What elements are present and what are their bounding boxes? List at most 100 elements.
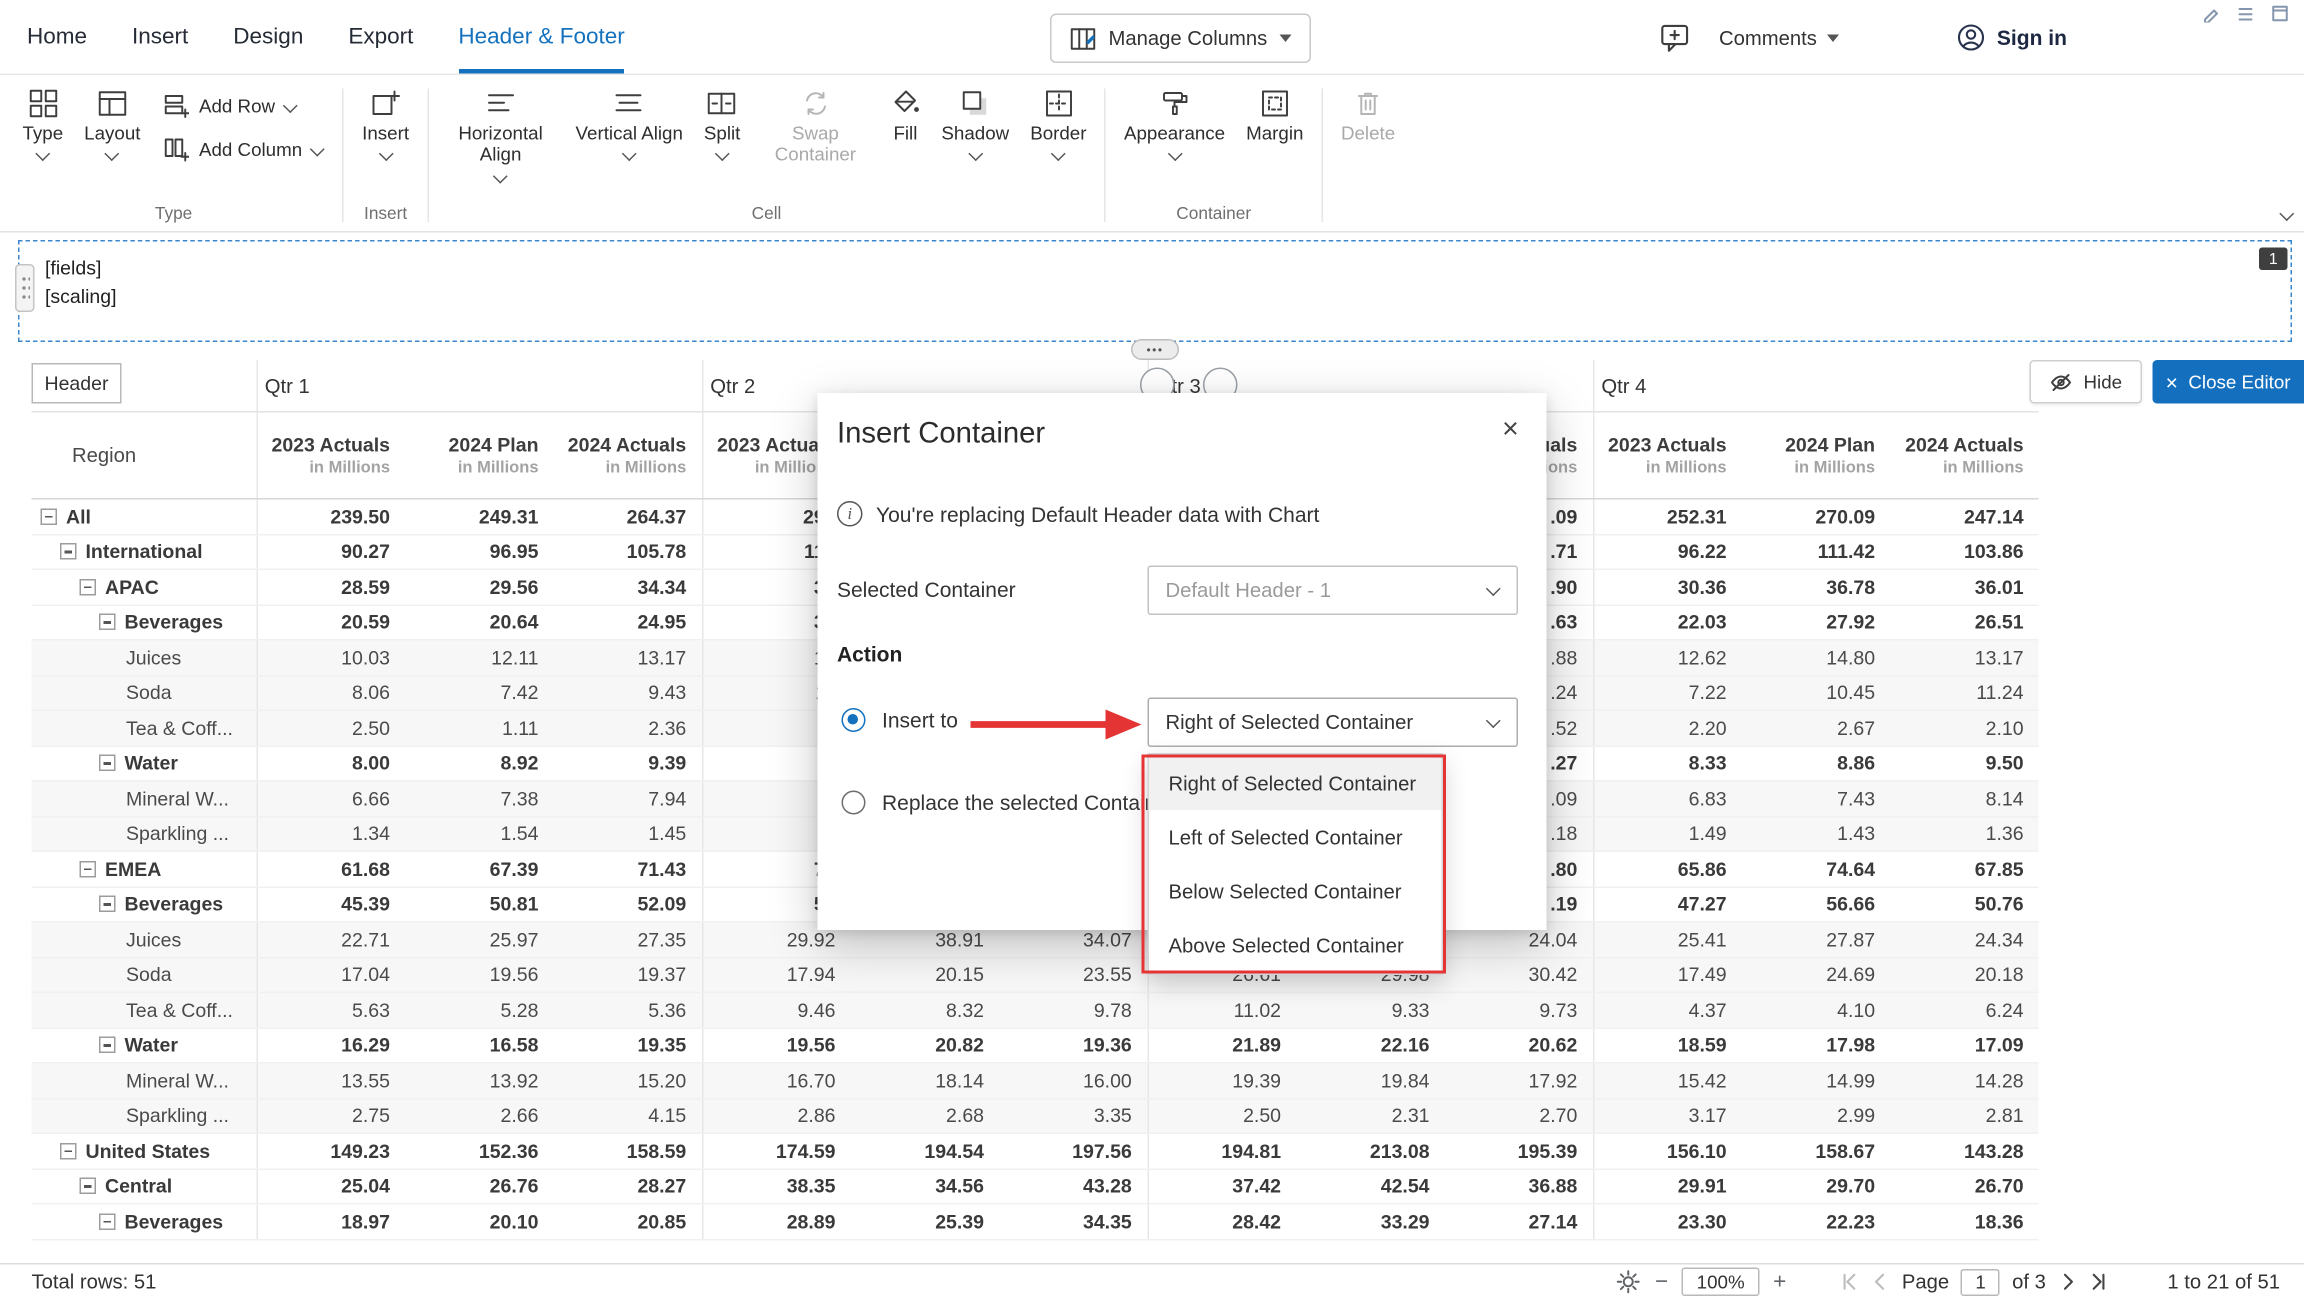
- swap-container-button[interactable]: Swap Container: [751, 80, 880, 170]
- table-row[interactable]: Soda17.0419.5619.3717.9420.1523.5526.612…: [32, 957, 2039, 992]
- zoom-in-button[interactable]: +: [1773, 1271, 1786, 1294]
- resize-handle-pill[interactable]: •••: [1131, 339, 1179, 360]
- dropdown-option[interactable]: Left of Selected Container: [1149, 810, 1442, 864]
- region-label-wrap: Tea & Coff...: [32, 999, 256, 1022]
- value-cell: 8.32: [851, 992, 1000, 1027]
- table-row[interactable]: United States149.23152.36158.59174.59194…: [32, 1133, 2039, 1168]
- value-cell: 67.39: [405, 851, 554, 886]
- table-row[interactable]: Central25.0426.7628.2738.3534.5643.2837.…: [32, 1169, 2039, 1204]
- last-page-button[interactable]: [2089, 1272, 2109, 1292]
- table-row[interactable]: Beverages18.9720.1020.8528.8925.3934.352…: [32, 1204, 2039, 1239]
- value-cell: 1.43: [1742, 816, 1891, 851]
- value-cell: 61.68: [257, 851, 406, 886]
- next-page-button[interactable]: [2058, 1272, 2078, 1292]
- comments-button[interactable]: Comments: [1719, 26, 1839, 49]
- column-title: 2023 Actuals: [257, 434, 390, 457]
- region-label: Sparkling ...: [126, 822, 229, 845]
- header-tab[interactable]: Header: [32, 363, 122, 404]
- dropdown-option[interactable]: Right of Selected Container: [1149, 756, 1442, 810]
- collapse-toggle-icon[interactable]: [80, 1178, 97, 1195]
- dialog-close-button[interactable]: ×: [1494, 414, 1527, 447]
- drag-handle[interactable]: [15, 264, 35, 312]
- hide-button[interactable]: Hide: [2030, 360, 2142, 404]
- menu-item-export[interactable]: Export: [348, 0, 413, 74]
- collapse-toggle-icon[interactable]: [99, 1037, 116, 1054]
- list-icon[interactable]: [2237, 5, 2255, 23]
- shadow-button[interactable]: Shadow: [931, 80, 1020, 163]
- value-cell: 29.56: [405, 569, 554, 604]
- appearance-button[interactable]: Appearance: [1113, 80, 1235, 163]
- insert-to-radio[interactable]: [842, 708, 866, 732]
- collapse-toggle-icon[interactable]: [60, 1143, 77, 1160]
- replace-radio[interactable]: [842, 791, 866, 815]
- selected-header-container[interactable]: [18, 240, 2292, 342]
- chevron-down-icon: [35, 147, 50, 162]
- value-cell: 28.89: [702, 1204, 851, 1239]
- previous-page-button[interactable]: [1870, 1272, 1890, 1292]
- collapse-toggle-icon[interactable]: [99, 755, 116, 772]
- fill-label: Fill: [893, 123, 917, 145]
- fields-placeholder[interactable]: [fields]: [45, 254, 117, 283]
- close-editor-button[interactable]: × Close Editor: [2152, 360, 2304, 404]
- menu-item-design[interactable]: Design: [233, 0, 303, 74]
- menubar: Home Insert Design Export Header & Footer Ma…: [0, 0, 2304, 75]
- menu-item-home[interactable]: Home: [27, 0, 87, 74]
- menu-item-header-footer[interactable]: Header & Footer: [458, 0, 624, 74]
- selected-container-select[interactable]: Default Header - 1: [1148, 566, 1519, 616]
- pencil-icon[interactable]: [2202, 5, 2220, 23]
- selected-container-value: Default Header - 1: [1166, 579, 1331, 602]
- collapse-toggle-icon[interactable]: [99, 1213, 116, 1230]
- settings-button[interactable]: [1616, 1269, 1642, 1295]
- type-button[interactable]: Type: [12, 80, 74, 163]
- insert-button[interactable]: Insert: [352, 80, 420, 163]
- zoom-out-button[interactable]: −: [1655, 1271, 1668, 1294]
- ribbon-collapse-icon[interactable]: [2279, 206, 2294, 221]
- fill-button[interactable]: Fill: [880, 80, 931, 148]
- table-row[interactable]: Tea & Coff...5.635.285.369.468.329.7811.…: [32, 992, 2039, 1027]
- table-row[interactable]: Mineral W...13.5513.9215.2016.7018.1416.…: [32, 1063, 2039, 1098]
- delete-button[interactable]: Delete: [1330, 80, 1405, 148]
- add-row-button[interactable]: Add Row: [163, 93, 323, 119]
- value-cell: 7.94: [554, 781, 703, 816]
- value-cell: 25.39: [851, 1204, 1000, 1239]
- value-cell: 28.27: [554, 1169, 703, 1204]
- sign-in-button[interactable]: Sign in: [1956, 23, 2067, 53]
- value-cell: 252.31: [1593, 499, 1742, 534]
- layout-button[interactable]: Layout: [74, 80, 151, 163]
- collapse-toggle-icon[interactable]: [80, 579, 97, 596]
- ribbon-group-cell-label: Cell: [436, 206, 1097, 232]
- collapse-toggle-icon[interactable]: [99, 896, 116, 913]
- collapse-toggle-icon[interactable]: [80, 861, 97, 878]
- margin-button[interactable]: Margin: [1236, 80, 1314, 148]
- editor-actions: Hide × Close Editor: [2030, 360, 2304, 404]
- table-row[interactable]: Water16.2916.5819.3519.5620.8219.3621.89…: [32, 1028, 2039, 1063]
- region-cell: Sparkling ...: [32, 1098, 257, 1133]
- value-cell: 26.76: [405, 1169, 554, 1204]
- ribbon-divider: [1104, 89, 1106, 223]
- dropdown-option[interactable]: Above Selected Container: [1149, 918, 1442, 972]
- scaling-placeholder[interactable]: [scaling]: [45, 282, 117, 311]
- vertical-align-button[interactable]: Vertical Align: [565, 80, 693, 163]
- collapse-toggle-icon[interactable]: [60, 543, 77, 560]
- fill-icon: [890, 89, 920, 119]
- manage-columns-button[interactable]: Manage Columns: [1050, 14, 1311, 64]
- window-icon[interactable]: [2271, 5, 2289, 23]
- table-row[interactable]: Sparkling ...2.752.664.152.862.683.352.5…: [32, 1098, 2039, 1133]
- region-label: Central: [105, 1175, 172, 1198]
- dropdown-option[interactable]: Below Selected Container: [1149, 864, 1442, 918]
- horizontal-align-button[interactable]: Horizontal Align: [436, 80, 565, 185]
- split-button[interactable]: Split: [693, 80, 750, 163]
- value-cell: 13.55: [257, 1063, 406, 1098]
- add-comment-button[interactable]: [1659, 21, 1692, 54]
- border-button[interactable]: Border: [1020, 80, 1097, 163]
- first-page-button[interactable]: [1839, 1272, 1859, 1292]
- collapse-toggle-icon[interactable]: [99, 614, 116, 631]
- comments-label: Comments: [1719, 26, 1817, 49]
- column-title: 2023 Actuals: [1594, 434, 1727, 457]
- collapse-toggle-icon[interactable]: [41, 508, 58, 525]
- add-column-button[interactable]: Add Column: [163, 137, 323, 163]
- page-number-input[interactable]: 1: [1961, 1268, 2000, 1295]
- zoom-level[interactable]: 100%: [1682, 1268, 1760, 1297]
- menu-item-insert[interactable]: Insert: [132, 0, 188, 74]
- insert-position-combobox[interactable]: Right of Selected Container: [1148, 698, 1519, 748]
